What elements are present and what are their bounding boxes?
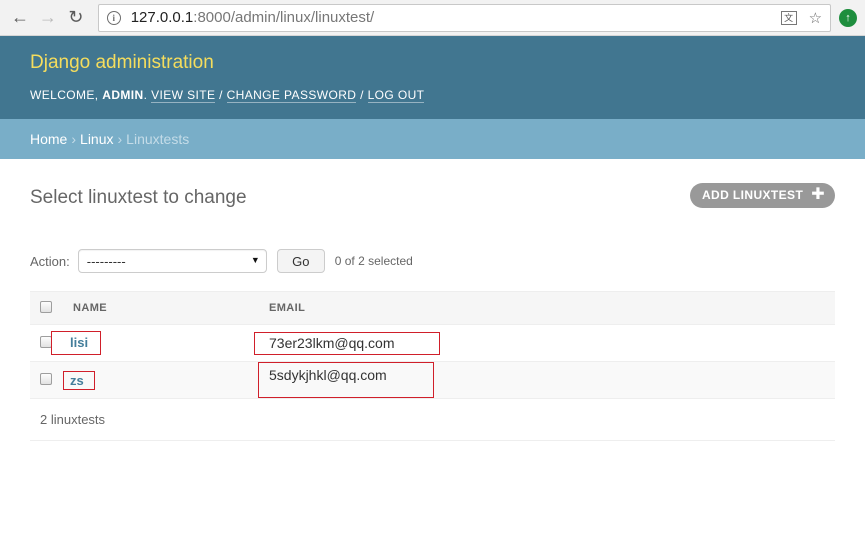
extension-icon[interactable]: ↑ <box>839 8 857 27</box>
breadcrumb-separator: › <box>117 131 123 147</box>
info-icon[interactable]: i <box>106 10 121 25</box>
admin-header: Django administration Welcome, admin. Vi… <box>0 36 865 119</box>
breadcrumb-app[interactable]: Linux <box>80 131 113 147</box>
reload-icon[interactable]: ↻ <box>64 6 88 30</box>
add-button-label: Add linuxtest <box>701 188 804 202</box>
action-select[interactable]: --------- ▼ <box>77 249 267 273</box>
change-password-link[interactable]: Change password <box>226 88 357 103</box>
highlight-box: zs <box>63 370 95 390</box>
breadcrumb-home[interactable]: Home <box>30 131 67 147</box>
result-table: Name Email lisi 73er23lkm@qq.com <box>30 291 835 399</box>
plus-icon: ✚ <box>811 186 825 203</box>
user-tools: Welcome, admin. View site / Change passw… <box>30 88 425 103</box>
row-name-link[interactable]: lisi <box>70 335 88 350</box>
action-selected-value: --------- <box>86 253 126 269</box>
actions-bar: Action: --------- ▼ Go 0 of 2 selected <box>30 247 835 275</box>
url-path: :8000/admin/linux/linuxtest/ <box>193 9 375 26</box>
highlight-box: lisi <box>51 331 102 355</box>
column-header-name[interactable]: Name <box>62 291 269 325</box>
log-out-link[interactable]: Log out <box>367 88 425 103</box>
dropdown-arrow-icon: ▼ <box>250 255 260 265</box>
row-checkbox[interactable] <box>40 372 52 385</box>
select-all-cell <box>30 291 62 325</box>
paginator: 2 linuxtests <box>30 399 835 441</box>
main-content: Select linuxtest to change Add linuxtest… <box>0 159 865 441</box>
forward-icon[interactable]: → <box>36 6 60 30</box>
username: admin <box>102 88 144 102</box>
url-host: 127.0.0.1 <box>130 9 194 26</box>
row-name-link[interactable]: zs <box>70 373 84 388</box>
view-site-link[interactable]: View site <box>151 88 216 103</box>
breadcrumb-separator: › <box>71 131 77 147</box>
selected-count: 0 of 2 selected <box>334 254 413 268</box>
highlight-box: 5sdykjhkl@qq.com <box>258 362 434 398</box>
breadcrumb: Home › Linux › Linuxtests <box>0 119 865 159</box>
row-email: 5sdykjhkl@qq.com <box>269 367 387 383</box>
add-linuxtest-button[interactable]: Add linuxtest ✚ <box>689 182 835 208</box>
browser-toolbar: ← → ↻ i 127.0.0.1:8000/admin/linux/linux… <box>0 0 865 36</box>
highlight-box: 73er23lkm@qq.com <box>254 331 440 355</box>
site-branding[interactable]: Django administration <box>30 52 835 74</box>
row-email: 73er23lkm@qq.com <box>269 334 395 351</box>
column-header-email[interactable]: Email <box>269 291 835 325</box>
star-icon[interactable]: ☆ <box>809 9 822 27</box>
select-all-checkbox[interactable] <box>40 300 52 313</box>
welcome-text: Welcome, <box>30 88 99 102</box>
go-button[interactable]: Go <box>276 249 325 273</box>
address-bar[interactable]: i 127.0.0.1:8000/admin/linux/linuxtest/ … <box>97 3 832 32</box>
breadcrumb-current: Linuxtests <box>126 131 190 147</box>
back-icon[interactable]: ← <box>8 6 32 30</box>
table-row: lisi 73er23lkm@qq.com <box>30 324 835 362</box>
page-title: Select linuxtest to change <box>30 187 247 208</box>
translate-icon[interactable]: 文 <box>780 10 797 25</box>
action-label: Action: <box>30 253 70 269</box>
table-row: zs 5sdykjhkl@qq.com <box>30 361 835 399</box>
